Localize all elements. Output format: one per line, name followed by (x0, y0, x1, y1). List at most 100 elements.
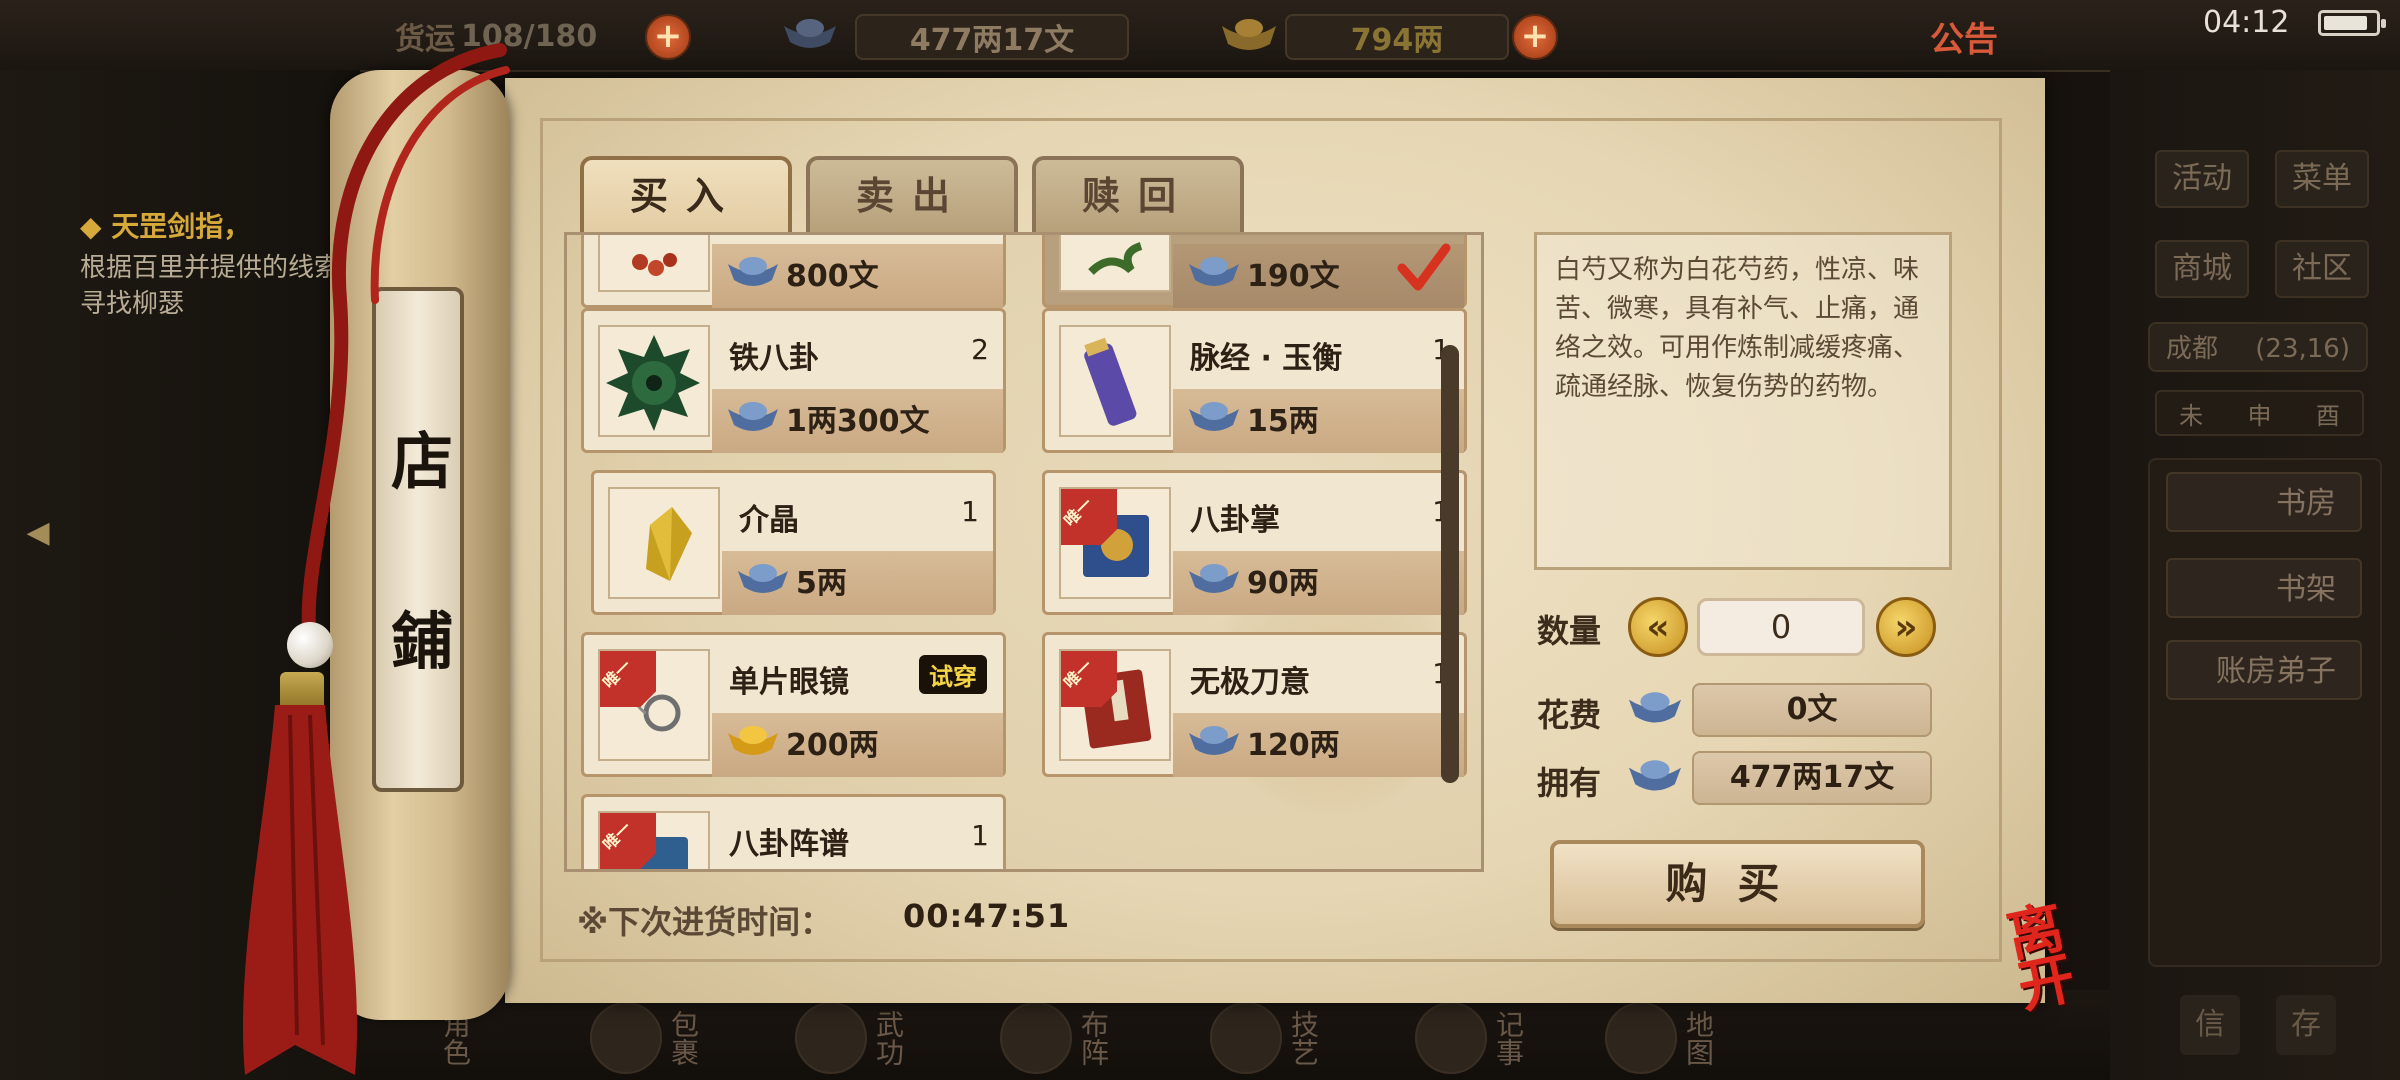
npc-panel (2148, 458, 2382, 967)
item-card[interactable]: 800文 (581, 235, 1006, 308)
item-quantity: 1 (971, 819, 989, 852)
npc-item-study[interactable]: 书房 (2166, 472, 2362, 532)
activity-button[interactable]: 活动 (2155, 150, 2249, 208)
silver-ingot-icon (1189, 726, 1239, 755)
herb-icon (1059, 235, 1171, 292)
unique-badge-text: 唯一 (600, 656, 636, 693)
blue-book-icon: 唯一 (598, 811, 710, 869)
quantity-input[interactable]: 0 (1697, 598, 1865, 656)
tab-redeem[interactable]: 赎回 (1032, 156, 1244, 234)
item-name: 铁八卦 (729, 341, 819, 376)
item-card[interactable]: 唯一 八卦阵谱 1 (581, 794, 1006, 869)
buy-button[interactable]: 购买 (1550, 840, 1925, 928)
npc-item-bookshelf[interactable]: 书架 (2166, 558, 2362, 618)
tassel-fringe (242, 705, 358, 1075)
silver-ingot-icon (1628, 692, 1682, 723)
cost-label: 花费 (1537, 696, 1602, 734)
quest-title[interactable]: ◆ 天罡剑指， (80, 205, 251, 245)
nav-journal[interactable]: 记事 (1415, 995, 1545, 1080)
item-quantity: 2 (971, 333, 989, 366)
nav-formation[interactable]: 布阵 (1000, 995, 1130, 1080)
increase-quantity-button[interactable]: » (1876, 597, 1936, 657)
battery-level (2324, 16, 2367, 30)
item-price: 190文 (1247, 259, 1340, 294)
list-scrollbar[interactable] (1441, 345, 1459, 783)
time-mark: 酉 (2315, 401, 2340, 430)
item-card[interactable]: 脉经 · 玉衡 1 15两 (1042, 308, 1467, 453)
cost-value: 0文 (1692, 683, 1932, 737)
item-card[interactable]: 唯一 八卦掌 1 90两 (1042, 470, 1467, 615)
nav-martial-arts[interactable]: 武功 (795, 995, 925, 1080)
silver-ingot-icon (1628, 760, 1682, 791)
silver-ingot-icon (728, 402, 778, 431)
item-card[interactable]: 铁八卦 2 1两300文 (581, 308, 1006, 453)
unique-badge-text: 唯一 (600, 818, 636, 855)
save-button[interactable]: 存 (2276, 995, 2336, 1055)
nav-label: 武功 (872, 1009, 905, 1066)
nav-label: 包裹 (667, 1009, 700, 1066)
item-card[interactable]: 介晶 1 5两 (591, 470, 996, 615)
nav-map[interactable]: 地图 (1605, 995, 1735, 1080)
clock: 04:12 (2203, 5, 2290, 40)
unique-badge: 唯一 (1061, 651, 1117, 707)
menu-button[interactable]: 菜单 (2275, 150, 2369, 208)
item-name: 单片眼镜 (729, 665, 849, 700)
item-price: 200两 (786, 728, 879, 763)
battery-icon (2318, 10, 2386, 36)
journal-icon (1415, 1001, 1487, 1074)
gold-ingot-icon (1218, 14, 1280, 58)
owned-value: 477两17文 (1692, 751, 1932, 805)
silver-ingot-icon (738, 564, 788, 593)
mail-button[interactable]: 信 (2180, 995, 2240, 1055)
item-price: 800文 (786, 259, 879, 294)
time-mark: 申 (2247, 401, 2272, 430)
unique-badge: 唯一 (600, 651, 656, 707)
owned-label: 拥有 (1537, 764, 1602, 802)
nav-label: 布阵 (1077, 1009, 1110, 1066)
tab-buy[interactable]: 买入 (580, 156, 792, 234)
berries-icon (598, 235, 710, 292)
bag-icon (590, 1001, 662, 1074)
nav-label: 技艺 (1287, 1009, 1320, 1066)
add-gold-button[interactable]: + (1512, 14, 1558, 60)
try-on-button[interactable]: 试穿 (919, 655, 987, 694)
gold-ingot-icon (728, 726, 778, 755)
item-card[interactable]: 唯一 单片眼镜 试穿 200两 (581, 632, 1006, 777)
quantity-label: 数量 (1537, 612, 1602, 650)
item-card-selected[interactable]: 190文 (1042, 235, 1467, 308)
time-of-day-strip: 未 申 酉 (2155, 390, 2364, 436)
tools-icon (1210, 1001, 1282, 1074)
decrease-quantity-button[interactable]: « (1628, 597, 1688, 657)
location-name: 成都 (2166, 334, 2219, 364)
add-bag-button[interactable]: + (645, 14, 691, 60)
bagua-icon (1000, 1001, 1072, 1074)
unique-badge-text: 唯一 (1061, 494, 1097, 531)
scroll-book-icon (1059, 325, 1171, 437)
gold-amount: 794两 (1285, 14, 1509, 60)
silver-ingot-icon (1189, 564, 1239, 593)
map-icon (1605, 1001, 1677, 1074)
unique-badge-text: 唯一 (1061, 656, 1097, 693)
item-card[interactable]: 唯一 无极刀意 1 120两 (1042, 632, 1467, 777)
collapse-left-arrow-icon[interactable]: ◀ (18, 515, 58, 559)
mall-button[interactable]: 商城 (2155, 240, 2249, 298)
item-list[interactable]: 800文 190文 铁八卦 2 1两300文 脉经 · 玉衡 1 15两 (564, 232, 1484, 872)
nav-label: 记事 (1492, 1009, 1525, 1066)
community-button[interactable]: 社区 (2275, 240, 2369, 298)
item-name: 八卦掌 (1190, 503, 1280, 538)
red-book-icon: 唯一 (1059, 649, 1171, 761)
unique-badge: 唯一 (1061, 489, 1117, 545)
crystal-icon (608, 487, 720, 599)
nav-skills[interactable]: 技艺 (1210, 995, 1340, 1080)
location-display[interactable]: 成都 (23,16) (2148, 322, 2368, 372)
item-quantity: 1 (961, 495, 979, 528)
item-name: 八卦阵谱 (729, 827, 849, 862)
tassel-cord (301, 43, 510, 647)
npc-item-accountant[interactable]: 账房弟子 (2166, 640, 2362, 700)
item-price: 120两 (1247, 728, 1340, 763)
nav-inventory[interactable]: 包裹 (590, 995, 720, 1080)
nav-label: 地图 (1682, 1009, 1715, 1066)
check-icon (1397, 243, 1451, 291)
tab-sell[interactable]: 卖出 (806, 156, 1018, 234)
announcement-button[interactable]: 公告 (1930, 12, 1998, 61)
